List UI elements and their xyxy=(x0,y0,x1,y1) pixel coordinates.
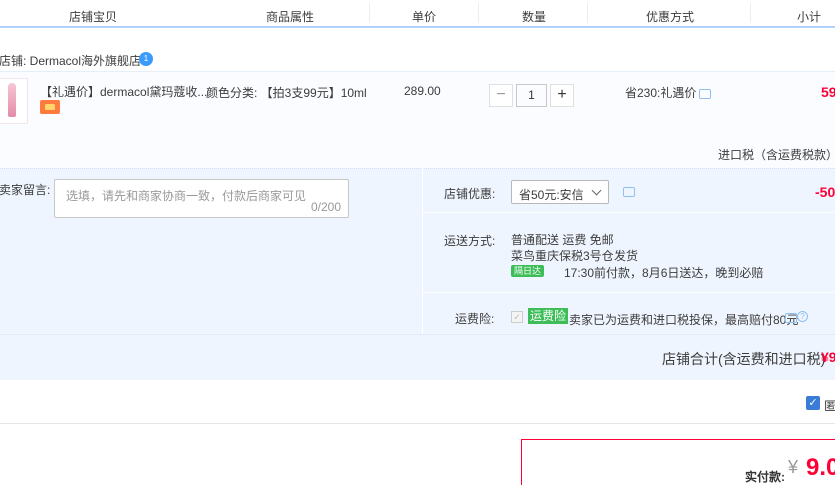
credit-card-icon[interactable] xyxy=(40,100,60,114)
col-subtotal: 小计 xyxy=(797,10,822,24)
pay-amount: 9.0 xyxy=(806,454,835,481)
quantity-stepper: − 1 + xyxy=(489,84,575,107)
shipping-dispatch: 发货 xyxy=(614,249,639,263)
col-divider xyxy=(587,3,588,23)
help-icon[interactable]: ? xyxy=(797,311,808,322)
delivery-promise: 17:30前付款，8月6日送达，晚到必赔 xyxy=(564,266,764,280)
shop-name[interactable]: 店铺: Dermacol海外旗舰店 xyxy=(0,52,141,69)
col-divider xyxy=(369,3,370,23)
unit-price: 289.00 xyxy=(404,84,441,98)
anonymous-label: 匿 xyxy=(824,399,835,413)
shop-discount-label: 店铺优惠: xyxy=(444,187,496,201)
shipping-label: 运送方式: xyxy=(444,234,496,248)
cart-column-header: 店铺宝贝 商品属性 单价 数量 优惠方式 小计 xyxy=(0,0,835,28)
shop-discount-select[interactable]: 省50元:安信 xyxy=(511,180,609,204)
col-qty: 数量 xyxy=(522,10,547,24)
insurance-chat-icon[interactable] xyxy=(785,313,797,323)
insurance-label: 运费险: xyxy=(455,312,495,326)
insurance-tag: 运费险 xyxy=(528,308,569,324)
shipping-warehouse: 菜鸟重庆保税3号仓 xyxy=(511,249,614,263)
panel-row-divider xyxy=(423,212,835,213)
shop-discount-value: 省50元:安信 xyxy=(519,188,584,202)
insurance-text: 卖家已为运费和进口税投保，最高赔付80元 xyxy=(569,313,799,327)
pay-label: 实付款: xyxy=(745,470,785,484)
col-price: 单价 xyxy=(412,10,437,24)
seller-message-input[interactable]: 选填，请先和商家协商一致，付款后商家可见 0/200 xyxy=(54,179,349,218)
col-divider xyxy=(750,3,751,23)
coupon-chat-icon[interactable] xyxy=(623,187,635,197)
message-placeholder: 选填，请先和商家协商一致，付款后商家可见 xyxy=(66,189,307,203)
message-label: 卖家留言: xyxy=(0,183,51,197)
qty-minus-button[interactable]: − xyxy=(489,84,513,107)
product-thumbnail[interactable] xyxy=(0,78,28,124)
shop-total-value: ¥9 xyxy=(821,349,835,365)
col-divider xyxy=(478,3,479,23)
next-day-tag: 隔日达 xyxy=(511,265,545,277)
import-tax-note: 进口税（含运费税款） xyxy=(718,148,835,162)
discount-chat-icon[interactable] xyxy=(699,89,711,99)
panel-row-divider xyxy=(423,292,835,293)
shop-discount-amount: -50 xyxy=(815,184,835,200)
panel-divider xyxy=(422,168,423,334)
shop-chat-badge[interactable]: 1 xyxy=(139,52,153,66)
qty-input[interactable]: 1 xyxy=(516,84,547,107)
col-discount: 优惠方式 xyxy=(646,10,695,24)
insurance-checkbox[interactable]: ✓ xyxy=(511,311,523,323)
message-counter: 0/200 xyxy=(310,200,341,214)
product-tube-image xyxy=(8,83,16,117)
section-divider xyxy=(0,423,835,424)
product-attribute: 颜色分类: 【拍3支99元】10ml xyxy=(206,86,367,100)
item-subtotal: 59 xyxy=(821,84,835,100)
pay-currency: ¥ xyxy=(788,457,799,477)
chevron-down-icon xyxy=(591,185,602,196)
col-attr: 商品属性 xyxy=(266,10,315,24)
qty-plus-button[interactable]: + xyxy=(550,84,574,107)
anonymous-checkbox[interactable]: ✓ xyxy=(806,396,820,410)
discount-method: 省230:礼遇价 xyxy=(625,86,697,100)
col-item: 店铺宝贝 xyxy=(69,10,118,24)
shipping-method: 普通配送 运费 免邮 xyxy=(511,233,614,247)
product-title[interactable]: 【礼遇价】dermacol黛玛蔻收... xyxy=(40,83,207,100)
shop-total-label: 店铺合计(含运费和进口税) xyxy=(662,351,826,367)
